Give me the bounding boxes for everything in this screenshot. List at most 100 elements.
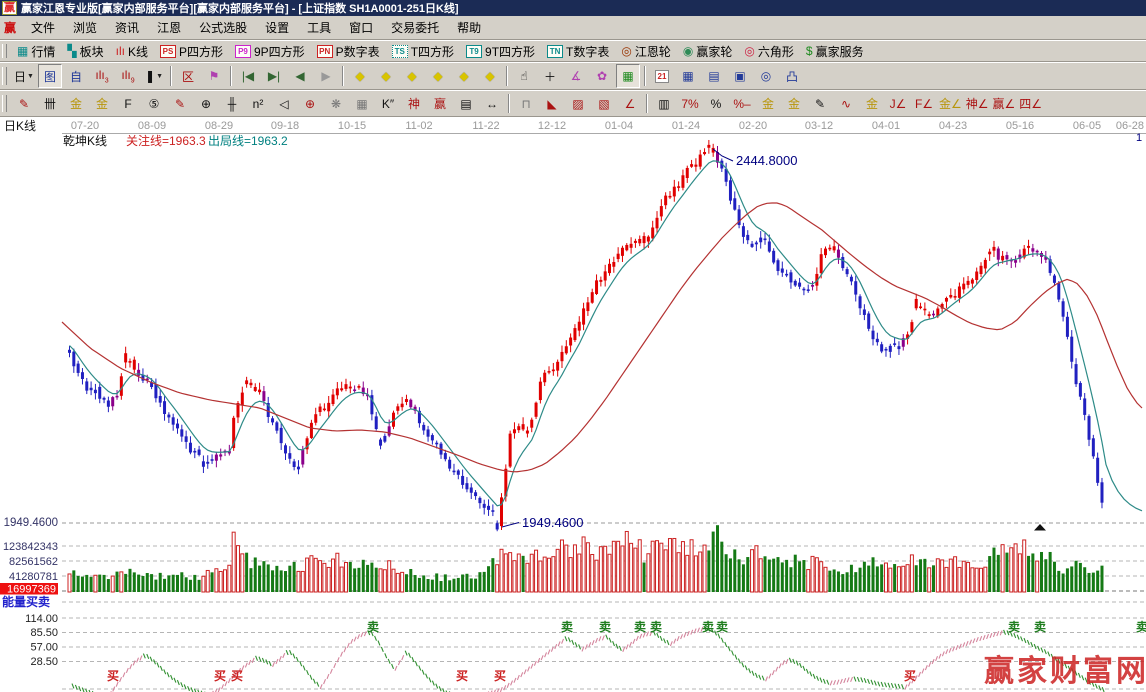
draw-gann-circle-button[interactable]: ⊕ [298, 92, 322, 116]
hand-tool-icon: ☝ [520, 69, 527, 83]
draw-h-measure-button[interactable]: ↔ [480, 92, 504, 116]
toolbar-button-winner-wheel[interactable]: ◉赢家轮 [677, 42, 739, 61]
view-gann-cursor-button[interactable]: ✿ [590, 64, 614, 88]
toolbar-button-sectors[interactable]: ▚板块 [61, 42, 109, 61]
view-prev-bar-button[interactable]: ◀ [288, 64, 312, 88]
draw-f-grid-button[interactable]: F [116, 92, 140, 116]
draw-bar-scale-button[interactable]: ▥ [652, 92, 676, 116]
view-print-button[interactable]: 凸 [780, 64, 804, 88]
menu-item-公式选股[interactable]: 公式选股 [190, 19, 256, 37]
view-expand-h-button[interactable]: ◆ [400, 64, 424, 88]
menu-item-窗口[interactable]: 窗口 [340, 19, 382, 37]
draw-ying-grid-button[interactable]: 赢 [428, 92, 452, 116]
toolbar-grip[interactable] [2, 95, 7, 113]
draw-gold-circle-button[interactable]: 金 [756, 92, 780, 116]
menu-item-文件[interactable]: 文件 [22, 19, 64, 37]
view-save-button[interactable]: ▣ [728, 64, 752, 88]
draw-j-angle-button[interactable]: J∠ [886, 92, 910, 116]
draw-red-marker-button[interactable]: ✎ [168, 92, 192, 116]
draw-gold-grid-1-button[interactable]: 金 [64, 92, 88, 116]
menu-item-工具[interactable]: 工具 [298, 19, 340, 37]
view-hand-tool-button[interactable]: ☝ [512, 64, 536, 88]
toolbar-grip[interactable] [2, 44, 7, 58]
view-ma-9-button[interactable]: ılı9 [116, 64, 140, 88]
menu-item-交易委托[interactable]: 交易委托 [382, 19, 448, 37]
menu-item-资讯[interactable]: 资讯 [106, 19, 148, 37]
draw-fan-box-button[interactable]: ▨ [566, 92, 590, 116]
toolbar-button-t-square[interactable]: TST四方形 [386, 42, 460, 61]
draw-gold-angle-button[interactable]: 金∠ [938, 92, 963, 116]
draw-pencil-button[interactable]: ✎ [12, 92, 36, 116]
view-calendar-button[interactable]: 21 [650, 64, 674, 88]
menu-item-设置[interactable]: 设置 [256, 19, 298, 37]
view-ma-3-button[interactable]: ılı3 [90, 64, 114, 88]
draw-box-tool-button[interactable]: ⊓ [514, 92, 538, 116]
toolbar-grip[interactable] [2, 67, 7, 85]
draw-si-angle-button[interactable]: 四∠ [1018, 92, 1043, 116]
view-chart-view-button[interactable]: 图 [38, 64, 62, 88]
draw-grid-lines-button[interactable]: 卌 [38, 92, 62, 116]
toolbar-button-gann-wheel[interactable]: ◎江恩轮 [615, 42, 677, 61]
view-last-bar-button[interactable]: ▶| [262, 64, 286, 88]
toolbar-button-winner-service[interactable]: $赢家服务 [800, 42, 870, 61]
draw-k-mark-button[interactable]: K″ [376, 92, 400, 116]
draw-percent-7-button[interactable]: 7% [678, 92, 702, 116]
indicator-wave [72, 627, 1104, 692]
toolbar-button-p-table[interactable]: PNP数字表 [311, 42, 386, 61]
draw-wave-line-button[interactable]: ∿ [834, 92, 858, 116]
draw-gold-grid-2-button[interactable]: 金 [90, 92, 114, 116]
draw-percent-line-button[interactable]: %– [730, 92, 754, 116]
view-shift-left-button[interactable]: ◆ [348, 64, 372, 88]
toolbar-button-hexagon[interactable]: ◎六角形 [738, 42, 800, 61]
draw-f-angle-button[interactable]: F∠ [912, 92, 936, 116]
view-calculator-button[interactable]: ▦ [676, 64, 700, 88]
view-self-info-button[interactable]: 自 [64, 64, 88, 88]
menu-item-江恩[interactable]: 江恩 [148, 19, 190, 37]
draw-tick-ruler-button[interactable]: ╫ [220, 92, 244, 116]
view-cross-cursor-button[interactable]: ＋ [538, 64, 562, 88]
toolbar-button-kline[interactable]: ılıK线 [110, 42, 154, 61]
draw-shen-angle-button[interactable]: 神∠ [965, 92, 990, 116]
view-grid-cursor-button[interactable]: ▦ [616, 64, 640, 88]
toolbar-button-quotes[interactable]: ▦行情 [11, 42, 61, 61]
view-fit-all-button[interactable]: ◆ [452, 64, 476, 88]
percent-icon: % [711, 97, 722, 111]
view-first-bar-button[interactable]: |◀ [236, 64, 260, 88]
toolbar-button-p-square[interactable]: PSP四方形 [154, 42, 229, 61]
view-candle-style-button[interactable]: ❚▼ [142, 64, 166, 88]
draw-fan-square-button[interactable]: ▧ [592, 92, 616, 116]
view-compress-h-button[interactable]: ◆ [426, 64, 450, 88]
view-zoom-all-button[interactable]: ◆ [478, 64, 502, 88]
menu-item-浏览[interactable]: 浏览 [64, 19, 106, 37]
view-next-bar-button[interactable]: ▶ [314, 64, 338, 88]
gann-cursor-icon: ✿ [597, 69, 607, 83]
draw-gold-line-button[interactable]: 金 [782, 92, 806, 116]
view-notepad-button[interactable]: ▤ [702, 64, 726, 88]
draw-circle-ruler-button[interactable]: ⊕ [194, 92, 218, 116]
view-angle-cursor-button[interactable]: ∡ [564, 64, 588, 88]
draw-gold-underline-button[interactable]: 金 [860, 92, 884, 116]
draw-n-square-button[interactable]: n² [246, 92, 270, 116]
draw-fan-lines-button[interactable]: ◣ [540, 92, 564, 116]
view-region-stamp-button[interactable]: 区 [176, 64, 200, 88]
draw-square-web-button[interactable]: ▦ [350, 92, 374, 116]
draw-ruler-123-button[interactable]: ▤ [454, 92, 478, 116]
view-export-web-button[interactable]: ◎ [754, 64, 778, 88]
toolbar-button-9p-square[interactable]: P99P四方形 [229, 42, 311, 61]
chart-canvas[interactable]: 07-2008-0908-2909-1810-1511-0211-2212-12… [0, 117, 1146, 692]
draw-shen-grid-button[interactable]: 神 [402, 92, 426, 116]
view-flag-button[interactable]: ⚑ [202, 64, 226, 88]
view-period-day-button[interactable]: 日▼ [12, 64, 36, 88]
toolbar-button-t-table[interactable]: TNT数字表 [541, 42, 615, 61]
draw-angle-lines-button[interactable]: ∠ [618, 92, 642, 116]
menu-item-帮助[interactable]: 帮助 [448, 19, 490, 37]
view-shift-right-button[interactable]: ◆ [374, 64, 398, 88]
child-window-icon[interactable]: 赢 [4, 19, 16, 36]
draw-angle-fan-button[interactable]: ◁ [272, 92, 296, 116]
draw-star-web-button[interactable]: ❋ [324, 92, 348, 116]
draw-percent-button[interactable]: % [704, 92, 728, 116]
toolbar-button-9t-square[interactable]: T99T四方形 [460, 42, 541, 61]
draw-ying-angle-button[interactable]: 赢∠ [992, 92, 1017, 116]
draw-spiral-button[interactable]: ⑤ [142, 92, 166, 116]
draw-pen-candle-button[interactable]: ✎ [808, 92, 832, 116]
